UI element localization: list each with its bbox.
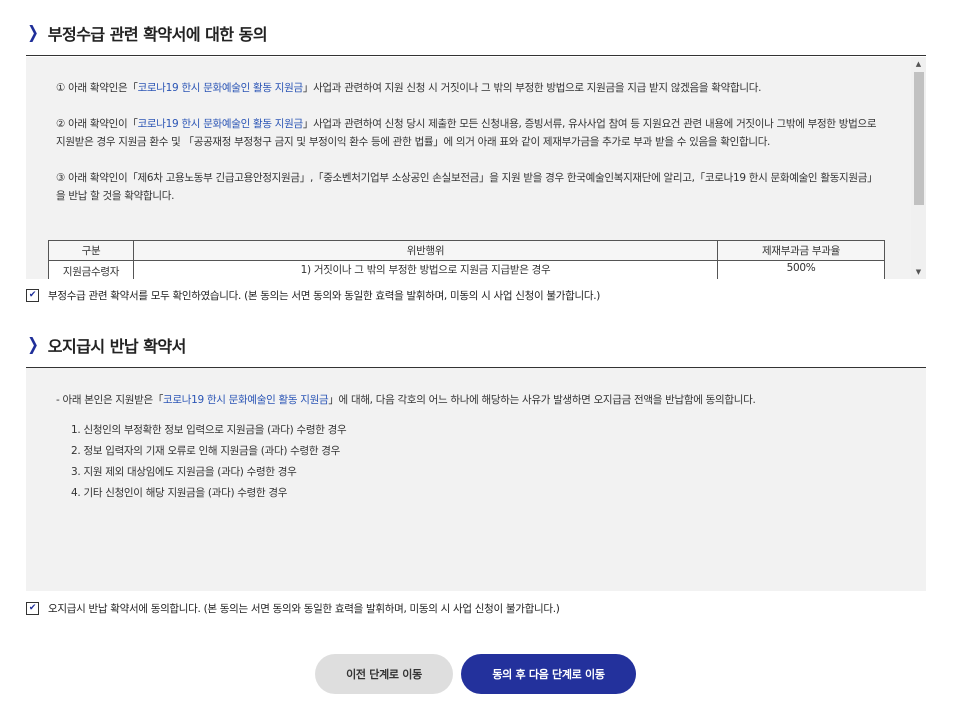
table-row: 지원금수령자 1) 거짓이나 그 밖의 부정한 방법으로 지원금 지급받은 경우…	[48, 260, 885, 279]
pledge-para-1: ① 아래 확약인은「코로나19 한시 문화예술인 활동 지원금」사업과 관련하여…	[56, 82, 762, 94]
refund-content: - 아래 본인은 지원받은「코로나19 한시 문화예술인 활동 지원금」에 대해…	[56, 391, 906, 504]
table-cell: 지원금수령자	[48, 260, 134, 279]
table-header-cell: 제재부과금 부과율	[717, 240, 885, 261]
refund-intro: - 아래 본인은 지원받은「코로나19 한시 문화예술인 활동 지원금」에 대해…	[56, 394, 756, 406]
pledge-scroll-box[interactable]: ① 아래 확약인은「코로나19 한시 문화예술인 활동 지원금」사업과 관련하여…	[26, 57, 926, 279]
section1-heading: ❯ 부정수급 관련 확약서에 대한 동의	[26, 21, 267, 45]
list-item: 3. 지원 제외 대상임에도 지원금을 (과다) 수령한 경우	[71, 466, 297, 478]
section1-title: 부정수급 관련 확약서에 대한 동의	[47, 25, 268, 44]
scrollbar-thumb[interactable]	[914, 72, 924, 205]
table-cell: 500%	[717, 260, 885, 279]
pledge-agree-checkbox[interactable]: ✔	[26, 289, 39, 302]
refund-agree-checkbox[interactable]: ✔	[26, 602, 39, 615]
pledge-agree-checkbox-row[interactable]: ✔ 부정수급 관련 확약서를 모두 확인하였습니다. (본 동의는 서면 동의와…	[26, 288, 600, 303]
scroll-up-arrow-icon[interactable]: ▲	[911, 58, 926, 70]
refund-conditions-list: 1. 신청인의 부정확한 정보 입력으로 지원금을 (과다) 수령한 경우 2.…	[56, 420, 906, 504]
prev-step-button[interactable]: 이전 단계로 이동	[315, 654, 453, 694]
list-item: 4. 기타 신청인이 해당 지원금을 (과다) 수령한 경우	[71, 487, 288, 499]
scroll-down-arrow-icon[interactable]: ▼	[911, 266, 926, 278]
refund-pledge-box: - 아래 본인은 지원받은「코로나19 한시 문화예술인 활동 지원금」에 대해…	[26, 368, 926, 591]
list-item: 1. 신청인의 부정확한 정보 입력으로 지원금을 (과다) 수령한 경우	[71, 424, 347, 436]
pledge-content: ① 아래 확약인은「코로나19 한시 문화예술인 활동 지원금」사업과 관련하여…	[56, 79, 886, 205]
chevron-right-icon: ❯	[27, 23, 39, 43]
refund-agree-label[interactable]: 오지급시 반납 확약서에 동의합니다. (본 동의는 서면 동의와 동일한 효력…	[48, 601, 560, 616]
list-item: 2. 정보 입력자의 기재 오류로 인해 지원금을 (과다) 수령한 경우	[71, 445, 340, 457]
penalty-table: 구분 위반행위 제재부과금 부과율 지원금수령자 1) 거짓이나 그 밖의 부정…	[48, 240, 885, 279]
pledge-agree-label[interactable]: 부정수급 관련 확약서를 모두 확인하였습니다. (본 동의는 서면 동의와 동…	[48, 288, 600, 303]
table-cell: 1) 거짓이나 그 밖의 부정한 방법으로 지원금 지급받은 경우	[133, 260, 718, 279]
refund-agree-checkbox-row[interactable]: ✔ 오지급시 반납 확약서에 동의합니다. (본 동의는 서면 동의와 동일한 …	[26, 601, 560, 616]
agree-next-step-button[interactable]: 동의 후 다음 단계로 이동	[461, 654, 636, 694]
table-header-cell: 위반행위	[133, 240, 718, 261]
section1-divider	[26, 55, 926, 56]
checkmark-icon: ✔	[28, 290, 37, 300]
scrollbar[interactable]: ▲ ▼	[911, 57, 926, 279]
checkmark-icon: ✔	[28, 603, 37, 613]
section2-heading: ❯ 오지급시 반납 확약서	[26, 333, 186, 357]
section2-title: 오지급시 반납 확약서	[47, 337, 187, 356]
chevron-right-icon: ❯	[27, 335, 39, 355]
pledge-para-3: ③ 아래 확약인이「제6차 고용노동부 긴급고용안정지원금」,「중소벤처기업부 …	[56, 172, 878, 202]
pledge-para-2: ② 아래 확약인이「코로나19 한시 문화예술인 활동 지원금」사업과 관련하여…	[56, 118, 877, 148]
table-header-row: 구분 위반행위 제재부과금 부과율	[48, 240, 885, 261]
table-header-cell: 구분	[48, 240, 134, 261]
